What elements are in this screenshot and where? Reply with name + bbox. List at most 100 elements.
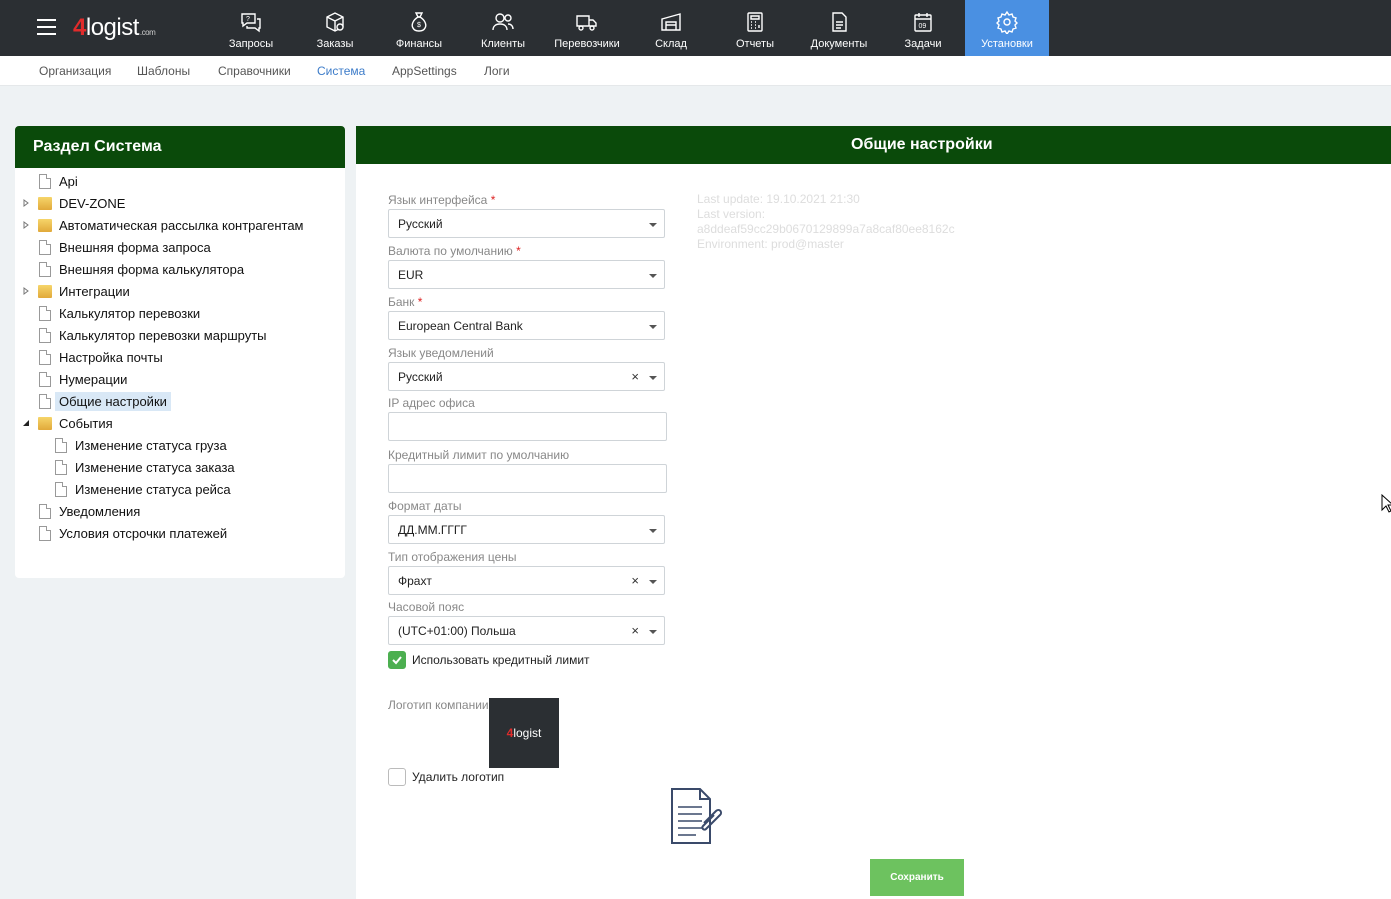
warehouse-icon — [661, 13, 681, 31]
clear-icon[interactable]: × — [631, 573, 639, 588]
expand-arrow-icon[interactable] — [22, 287, 30, 295]
clear-icon[interactable]: × — [631, 369, 639, 384]
svg-text:$: $ — [417, 22, 421, 29]
tree-item[interactable]: Интеграции — [23, 280, 134, 302]
app-logo[interactable]: 4logist.com — [73, 14, 156, 44]
tree-item[interactable]: Изменение статуса груза — [55, 434, 231, 456]
delete-logo-row: Удалить логотип — [388, 768, 504, 786]
subnav-system[interactable]: Система — [317, 64, 365, 78]
folder-icon — [38, 218, 52, 232]
svg-text:?: ? — [246, 16, 250, 23]
tree-item[interactable]: Калькулятор перевозки — [39, 302, 204, 324]
document-icon — [39, 305, 51, 321]
tree-item[interactable]: Уведомления — [39, 500, 144, 522]
general-settings-panel: Общие настройки Язык интерфейса * Русски… — [356, 126, 1391, 899]
credit-input[interactable] — [388, 464, 667, 493]
collapse-arrow-icon[interactable] — [22, 419, 30, 427]
subnav-organization[interactable]: Организация — [39, 64, 111, 78]
tree-item[interactable]: Изменение статуса заказа — [55, 456, 239, 478]
money-bag-icon: $ — [411, 12, 427, 32]
nav-reports[interactable]: Отчеты — [713, 0, 797, 56]
subnav-templates[interactable]: Шаблоны — [137, 64, 190, 78]
version-info: Last update: 19.10.2021 21:30 Last versi… — [697, 192, 955, 251]
ip-label: IP адрес офиса — [388, 396, 475, 410]
notify-lang-label: Язык уведомлений — [388, 346, 494, 360]
clear-icon[interactable]: × — [631, 623, 639, 638]
bank-label: Банк * — [388, 295, 423, 309]
expand-arrow-icon[interactable] — [22, 221, 30, 229]
date-format-select[interactable]: ДД.ММ.ГГГГ — [388, 515, 665, 544]
ui-lang-select[interactable]: Русский — [388, 209, 665, 238]
tree-item-selected[interactable]: Общие настройки — [39, 390, 171, 412]
tree-item[interactable]: События — [23, 412, 117, 434]
tree-item[interactable]: Калькулятор перевозки маршруты — [39, 324, 271, 346]
nav-carriers[interactable]: Перевозчики — [545, 0, 629, 56]
checkmark-icon — [392, 656, 402, 665]
notify-lang-select[interactable]: Русский × — [388, 362, 665, 391]
folder-icon — [38, 196, 52, 210]
document-icon — [39, 327, 51, 343]
system-section-panel: Раздел Система Api DEV-ZONE Автоматическ… — [15, 126, 345, 578]
timezone-label: Часовой пояс — [388, 600, 465, 614]
dropdown-arrow-icon — [649, 223, 657, 227]
nav-orders[interactable]: Заказы — [293, 0, 377, 56]
save-button[interactable]: Сохранить — [870, 859, 964, 896]
subnav-directories[interactable]: Справочники — [218, 64, 291, 78]
mouse-cursor-icon — [1381, 494, 1391, 513]
currency-label: Валюта по умолчанию * — [388, 244, 521, 258]
document-icon — [39, 393, 51, 409]
calendar-day: 09 — [919, 23, 927, 30]
dropdown-arrow-icon — [649, 529, 657, 533]
date-format-label: Формат даты — [388, 499, 462, 513]
tree-item[interactable]: Условия отсрочки платежей — [39, 522, 231, 544]
tree-item[interactable]: Внешняя форма калькулятора — [39, 258, 248, 280]
use-credit-checkbox[interactable] — [388, 651, 406, 669]
logo-label: Логотип компании — [388, 698, 489, 712]
company-logo-image: 4 logist — [489, 698, 559, 768]
folder-icon — [38, 284, 52, 298]
nav-warehouse[interactable]: Склад — [629, 0, 713, 56]
subnav-logs[interactable]: Логи — [484, 64, 510, 78]
section-title: Раздел Система — [15, 126, 345, 168]
calendar-icon: 09 — [914, 13, 932, 32]
chat-question-icon: ? — [241, 13, 261, 33]
expand-arrow-icon[interactable] — [22, 199, 30, 207]
dropdown-arrow-icon — [649, 376, 657, 380]
document-icon — [832, 12, 847, 32]
users-icon — [492, 13, 514, 31]
tree-item[interactable]: DEV-ZONE — [23, 192, 129, 214]
document-icon — [39, 261, 51, 277]
currency-select[interactable]: EUR — [388, 260, 665, 289]
dropdown-arrow-icon — [649, 274, 657, 278]
truck-icon — [576, 15, 597, 31]
dropdown-arrow-icon — [649, 630, 657, 634]
document-icon — [55, 437, 67, 453]
nav-documents[interactable]: Документы — [797, 0, 881, 56]
tree-item[interactable]: Нумерации — [39, 368, 131, 390]
nav-requests[interactable]: ? Запросы — [209, 0, 293, 56]
nav-settings[interactable]: Установки — [965, 0, 1049, 56]
box-icon — [326, 12, 344, 32]
delete-logo-checkbox[interactable] — [388, 768, 406, 786]
price-type-label: Тип отображения цены — [388, 550, 517, 564]
tree-item[interactable]: Настройка почты — [39, 346, 167, 368]
timezone-select[interactable]: (UTC+01:00) Польша × — [388, 616, 665, 645]
tree-item[interactable]: Api — [39, 170, 82, 192]
nav-finance[interactable]: $ Финансы — [377, 0, 461, 56]
folder-icon — [38, 416, 52, 430]
tree-item[interactable]: Внешняя форма запроса — [39, 236, 215, 258]
subnav-appsettings[interactable]: AppSettings — [392, 64, 457, 78]
nav-clients[interactable]: Клиенты — [461, 0, 545, 56]
tree-item[interactable]: Изменение статуса рейса — [55, 478, 235, 500]
bank-select[interactable]: European Central Bank — [388, 311, 665, 340]
document-icon — [39, 371, 51, 387]
ip-input[interactable] — [388, 412, 667, 441]
nav-tasks[interactable]: 09 Задачи — [881, 0, 965, 56]
document-icon — [39, 349, 51, 365]
attach-file-icon[interactable] — [670, 787, 724, 845]
document-icon — [39, 503, 51, 519]
hamburger-menu-icon[interactable] — [37, 19, 56, 35]
tree-item[interactable]: Автоматическая рассылка контрагентам — [23, 214, 308, 236]
top-navbar: 4logist.com ? Запросы Заказы $ Финансы К… — [0, 0, 1391, 56]
price-type-select[interactable]: Фрахт × — [388, 566, 665, 595]
